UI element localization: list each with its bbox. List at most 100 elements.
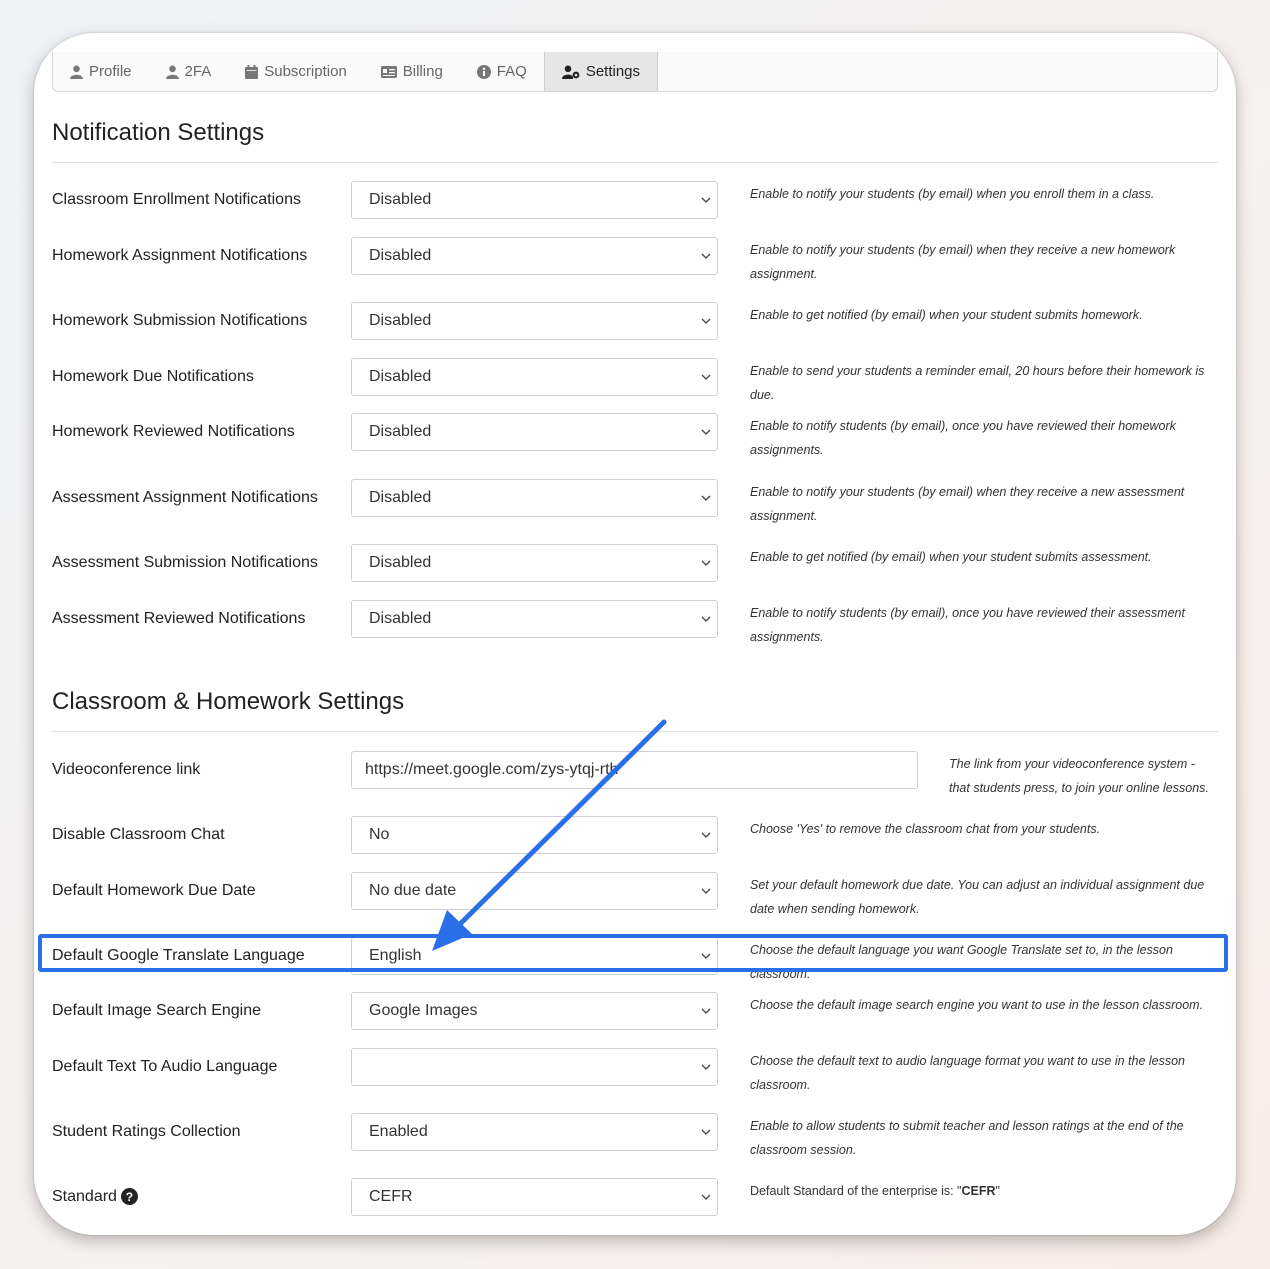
setting-select[interactable]: Disabled [351,302,718,340]
select-value: No [369,826,390,843]
setting-label: Default Image Search Engine [52,1002,262,1019]
setting-label: Default Homework Due Date [52,882,256,899]
setting-help: Enable to get notified (by email) when y… [750,308,1143,322]
standard-help-prefix: Default Standard of the enterprise is: " [750,1184,962,1198]
setting-help: The link from your videoconference syste… [949,757,1209,795]
setting-select[interactable] [351,1048,718,1086]
setting-label: Disable Classroom Chat [52,826,225,843]
chevron-down-icon [701,560,711,566]
tab-2fa[interactable]: 2FA [149,52,229,91]
question-circle-icon[interactable]: ? [120,1188,138,1206]
tab-settings-label: Settings [585,63,641,80]
setting-label: Assessment Assignment Notifications [52,489,318,506]
setting-select[interactable]: Disabled [351,181,718,219]
tab-faq-label: FAQ [496,63,527,80]
chevron-down-icon [701,832,711,838]
setting-help: Choose 'Yes' to remove the classroom cha… [750,822,1101,836]
tab-subscription[interactable]: Subscription [228,52,364,91]
setting-help: Enable to notify your students (by email… [750,187,1155,201]
setting-help: Enable to notify students (by email), on… [750,606,1185,644]
tab-billing[interactable]: Billing [364,52,460,91]
select-value: Disabled [369,423,432,440]
setting-help: Default Standard of the enterprise is: "… [750,1179,1222,1203]
section-divider [52,731,1218,732]
chevron-down-icon [701,1064,711,1070]
setting-help: Choose the default image search engine y… [750,998,1204,1012]
setting-label: Assessment Reviewed Notifications [52,610,306,627]
id-card-icon [380,65,397,78]
setting-help: Enable to get notified (by email) when y… [750,550,1152,564]
setting-select[interactable]: CEFR [351,1178,718,1216]
setting-help: Enable to notify students (by email), on… [750,419,1176,457]
setting-label: Classroom Enrollment Notifications [52,191,301,208]
setting-label: Videoconference link [52,761,201,778]
setting-select[interactable]: Enabled [351,1113,718,1151]
chevron-down-icon [701,1194,711,1200]
setting-label: Assessment Submission Notifications [52,554,318,571]
tab-settings[interactable]: Settings [543,52,659,91]
setting-select[interactable]: Disabled [351,358,718,396]
select-value: Disabled [369,610,432,627]
settings-card: Profile 2FA Subscription Billing FAQ Set… [34,33,1236,1235]
select-value: Disabled [369,368,432,385]
select-value: Disabled [369,489,432,506]
input-value: https://meet.google.com/zys-ytqj-rth [365,761,619,778]
standard-label: Standard [52,1188,117,1205]
tab-faq[interactable]: FAQ [460,52,544,91]
setting-help: Enable to allow students to submit teach… [750,1119,1184,1157]
notification-settings-title: Notification Settings [52,119,265,146]
highlight-box [38,934,1228,972]
setting-select[interactable]: Disabled [351,479,718,517]
tab-bar: Profile 2FA Subscription Billing FAQ Set… [52,52,1218,92]
setting-select[interactable]: No due date [351,872,718,910]
setting-label: Standard? [52,1188,138,1206]
chevron-down-icon [701,495,711,501]
tab-profile-label: Profile [89,63,132,80]
select-value: Disabled [369,312,432,329]
calendar-icon [245,64,259,79]
setting-label: Student Ratings Collection [52,1123,241,1140]
chevron-down-icon [701,616,711,622]
setting-label: Homework Due Notifications [52,368,254,385]
chevron-down-icon [701,1129,711,1135]
user-icon [70,65,83,79]
setting-select[interactable]: Disabled [351,544,718,582]
chevron-down-icon [701,253,711,259]
chevron-down-icon [701,429,711,435]
setting-label: Homework Assignment Notifications [52,247,308,264]
chevron-down-icon [701,1008,711,1014]
setting-label: Homework Submission Notifications [52,312,308,329]
chevron-down-icon [701,374,711,380]
select-value: Enabled [369,1123,428,1140]
standard-help-suffix: " [995,1184,1000,1198]
user-icon [165,65,179,79]
setting-select[interactable]: Disabled [351,600,718,638]
setting-help: Set your default homework due date. You … [750,878,1205,916]
setting-help: Choose the default text to audio languag… [750,1054,1186,1092]
tab-profile[interactable]: Profile [53,52,149,91]
classroom-settings-title: Classroom & Homework Settings [52,688,405,715]
select-value: Disabled [369,554,432,571]
setting-help: Enable to send your students a reminder … [750,364,1205,402]
videoconference-link-input[interactable]: https://meet.google.com/zys-ytqj-rth [351,751,918,789]
setting-label: Homework Reviewed Notifications [52,423,295,440]
select-value: Disabled [369,191,432,208]
standard-help-value: CEFR [961,1184,996,1198]
info-circle-icon [476,64,491,79]
select-value: CEFR [369,1188,413,1205]
select-value: No due date [369,882,457,899]
setting-select[interactable]: Disabled [351,413,718,451]
setting-select[interactable]: No [351,816,718,854]
setting-select[interactable]: Disabled [351,237,718,275]
user-gear-icon [561,65,580,79]
chevron-down-icon [701,888,711,894]
select-value: Disabled [369,247,432,264]
setting-label: Default Text To Audio Language [52,1058,278,1075]
tab-subscription-label: Subscription [264,63,347,80]
chevron-down-icon [701,318,711,324]
setting-help: Enable to notify your students (by email… [750,485,1185,523]
select-value: Google Images [369,1002,478,1019]
setting-help: Enable to notify your students (by email… [750,243,1176,281]
tab-billing-label: Billing [402,63,443,80]
setting-select[interactable]: Google Images [351,992,718,1030]
